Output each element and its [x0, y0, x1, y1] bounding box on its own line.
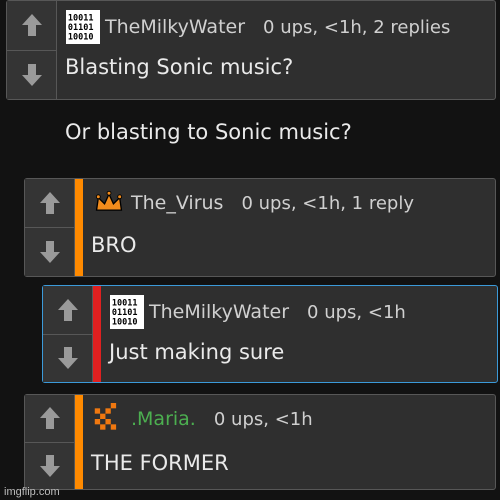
username[interactable]: The_Virus [131, 192, 223, 214]
comment-1: 10011 01101 10010 TheMilkyWater 0 ups, <… [6, 0, 496, 144]
svg-text:10010: 10010 [112, 317, 138, 327]
svg-text:10011: 10011 [68, 13, 94, 23]
username[interactable]: TheMilkyWater [149, 301, 289, 323]
comment-content: 10011 01101 10010 TheMilkyWater 0 ups, <… [101, 286, 497, 382]
arrow-up-icon [57, 298, 78, 321]
pixel-logo-icon[interactable] [91, 401, 127, 437]
upvote-button[interactable] [7, 1, 56, 50]
comment-content: .Maria. 0 ups, <1h THE FORMER [83, 395, 495, 489]
svg-text:01101: 01101 [112, 308, 138, 318]
crown-icon[interactable] [91, 185, 127, 221]
arrow-down-icon [21, 63, 42, 86]
upvote-button[interactable] [43, 286, 92, 334]
username[interactable]: TheMilkyWater [105, 16, 245, 38]
upvote-button[interactable] [25, 179, 74, 227]
downvote-button[interactable] [25, 227, 74, 276]
comment-2: The_Virus 0 ups, <1h, 1 reply BRO [24, 178, 496, 277]
vote-column [43, 286, 93, 382]
vote-column [25, 179, 75, 276]
arrow-up-icon [39, 407, 60, 430]
vote-column [7, 1, 57, 99]
downvote-button[interactable] [25, 441, 74, 489]
binary-code-icon[interactable]: 10011 01101 10010 [109, 294, 145, 330]
svg-text:01101: 01101 [68, 23, 94, 33]
arrow-down-icon [57, 347, 78, 370]
downvote-button[interactable] [7, 49, 56, 99]
arrow-down-icon [39, 241, 60, 263]
comment-body: BRO [91, 233, 137, 257]
comment-meta: 0 ups, <1h [307, 301, 406, 323]
arrow-down-icon [39, 454, 60, 477]
svg-text:10011: 10011 [112, 298, 138, 308]
comment-4: .Maria. 0 ups, <1h THE FORMER [24, 394, 496, 490]
svg-text:10010: 10010 [68, 32, 94, 42]
comment-body: Just making sure [109, 340, 285, 364]
comment-meta: 0 ups, <1h, 1 reply [241, 192, 414, 214]
arrow-up-icon [21, 14, 42, 37]
comment-body: THE FORMER [91, 451, 229, 475]
vote-column [25, 395, 75, 489]
comment-content: 10011 01101 10010 TheMilkyWater 0 ups, <… [57, 1, 495, 144]
upvote-button[interactable] [25, 395, 74, 442]
comment-body: Blasting Sonic music? Or blasting to Son… [65, 55, 352, 145]
comment-content: The_Virus 0 ups, <1h, 1 reply BRO [83, 179, 495, 276]
watermark: imgflip.com [4, 486, 60, 498]
comment-meta: 0 ups, <1h, 2 replies [263, 16, 451, 38]
depth-stripe [75, 395, 83, 489]
comment-3: 10011 01101 10010 TheMilkyWater 0 ups, <… [42, 285, 498, 383]
binary-code-icon[interactable]: 10011 01101 10010 [65, 9, 101, 45]
downvote-button[interactable] [43, 333, 92, 382]
depth-stripe [75, 179, 83, 276]
username[interactable]: .Maria. [131, 408, 196, 430]
depth-stripe [93, 286, 101, 382]
arrow-up-icon [39, 192, 60, 214]
comment-meta: 0 ups, <1h [213, 408, 313, 430]
